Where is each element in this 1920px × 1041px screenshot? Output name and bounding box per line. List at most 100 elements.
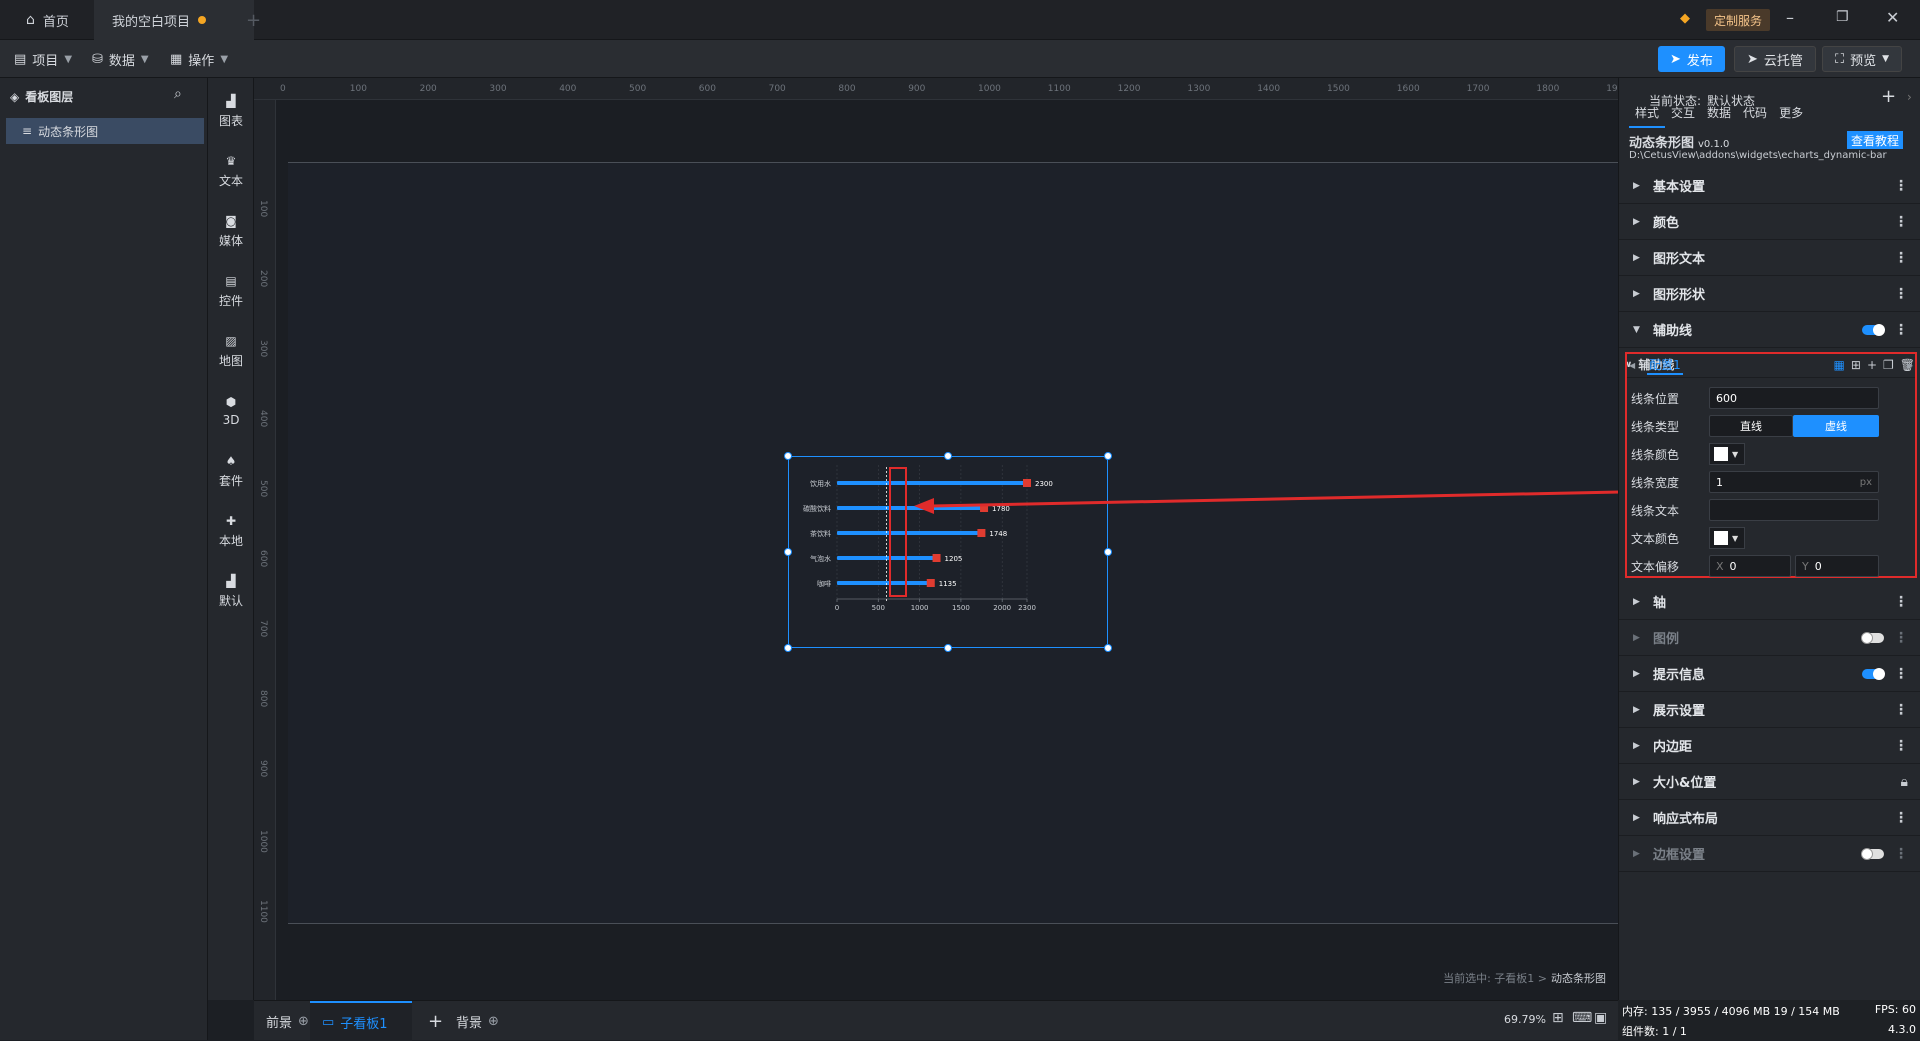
line-type-dashed-button[interactable]: 虚线	[1793, 415, 1879, 437]
caret-right-icon[interactable]: ▶	[1907, 361, 1913, 370]
resize-handle[interactable]	[784, 548, 792, 556]
more-icon[interactable]: ⋮	[1894, 214, 1908, 230]
more-icon[interactable]: ⋮	[1894, 702, 1908, 718]
line-color-picker[interactable]: ▼	[1709, 443, 1745, 465]
config-tab-1[interactable]: 配置1	[1647, 356, 1683, 375]
tab-style[interactable]: 样式	[1629, 104, 1666, 128]
fps-readout: FPS: 60	[1874, 1003, 1916, 1016]
cloud-hosting-button[interactable]: ➤ 云托管	[1734, 46, 1816, 72]
component-default[interactable]: ▟ 默认	[208, 562, 254, 618]
chevron-down-icon: ▼	[64, 53, 73, 65]
auxline-toggle[interactable]	[1862, 323, 1885, 336]
resize-handle[interactable]	[784, 452, 792, 460]
caret-left-icon[interactable]: ◀	[1629, 361, 1635, 370]
line-width-input[interactable]: 1 px	[1709, 471, 1879, 493]
canvas[interactable]: 0 100 200 300 400 500 600 700 800 900 1000 1100 1200…	[254, 78, 1618, 1000]
more-icon[interactable]: ⋮	[1894, 810, 1908, 826]
more-icon[interactable]: ⋮	[1894, 630, 1908, 646]
border-toggle[interactable]	[1861, 847, 1884, 860]
section-basic[interactable]: ▶ 基本设置 ⋮	[1619, 168, 1920, 204]
section-tooltip[interactable]: ▶ 提示信息 ⋮	[1619, 656, 1920, 692]
line-type-solid-button[interactable]: 直线	[1709, 415, 1793, 437]
component-text[interactable]: ♛ 文本	[208, 142, 254, 198]
tab-more[interactable]: 更多	[1773, 104, 1809, 128]
add-circle-icon[interactable]: ⊕	[488, 1014, 499, 1029]
tutorial-button[interactable]: 查看教程	[1847, 131, 1904, 149]
section-label: 基本设置	[1653, 180, 1706, 195]
line-text-input[interactable]	[1709, 499, 1879, 521]
lock-icon[interactable]: 🔒︎	[1901, 774, 1909, 790]
ruler-left[interactable]: 100 200 300 400 500 600 700 800 900 1000 1100	[254, 100, 276, 1000]
custom-service-button[interactable]: 定制服务	[1706, 9, 1771, 31]
add-circle-icon[interactable]: ⊕	[298, 1014, 309, 1029]
chevron-right-icon[interactable]: ›	[1907, 90, 1912, 104]
section-axis[interactable]: ▶ 轴 ⋮	[1619, 584, 1920, 620]
section-responsive[interactable]: ▶ 响应式布局 ⋮	[1619, 800, 1920, 836]
resize-handle[interactable]	[944, 644, 952, 652]
keyboard-icon[interactable]: ⌨	[1572, 1010, 1592, 1026]
terminal-icon[interactable]: ▣	[1594, 1010, 1607, 1026]
resize-handle[interactable]	[1104, 644, 1112, 652]
component-control[interactable]: ▤ 控件	[208, 262, 254, 318]
line-position-input[interactable]: 600	[1709, 387, 1879, 409]
minimize-icon[interactable]: –	[1786, 8, 1794, 27]
publish-button[interactable]: ➤ 发布	[1658, 46, 1725, 72]
subboard-tab[interactable]: ▭ 子看板1	[310, 1001, 412, 1041]
section-graphic-text[interactable]: ▶ 图形文本 ⋮	[1619, 240, 1920, 276]
color-swatch	[1714, 531, 1728, 545]
search-icon[interactable]: ⌕	[174, 86, 182, 102]
new-tab-plus-icon[interactable]: +	[246, 10, 261, 31]
more-icon[interactable]: ⋮	[1894, 738, 1908, 754]
preview-button[interactable]: ⛶ 预览 ▼	[1822, 46, 1903, 72]
component-local[interactable]: ✚ 本地	[208, 502, 254, 558]
more-icon[interactable]: ⋮	[1894, 666, 1908, 682]
data-menu[interactable]: ⛁ 数据 ▼	[82, 40, 159, 78]
fit-screen-icon[interactable]: ⊞	[1552, 1010, 1564, 1026]
resize-handle[interactable]	[1104, 452, 1112, 460]
project-tab[interactable]: 我的空白项目	[94, 0, 254, 40]
restore-icon[interactable]: ❐	[1836, 9, 1849, 25]
component-media[interactable]: ◙ 媒体	[208, 202, 254, 258]
section-auxline[interactable]: ▼ 辅助线 ⋮	[1619, 312, 1920, 348]
more-icon[interactable]: ⋮	[1894, 250, 1908, 266]
add-state-icon[interactable]: +	[1881, 86, 1896, 107]
operate-menu[interactable]: ▦ 操作 ▼	[160, 40, 238, 78]
section-legend[interactable]: ▶ 图例 ⋮	[1619, 620, 1920, 656]
section-border[interactable]: ▶ 边框设置 ⋮	[1619, 836, 1920, 872]
section-color[interactable]: ▶ 颜色 ⋮	[1619, 204, 1920, 240]
more-icon[interactable]: ⋮	[1894, 286, 1908, 302]
component-map[interactable]: ▨ 地图	[208, 322, 254, 378]
more-icon[interactable]: ⋮	[1894, 594, 1908, 610]
offset-y-input[interactable]: Y0	[1795, 555, 1879, 577]
home-tab[interactable]: ⌂ 首页	[8, 0, 87, 40]
more-icon[interactable]: ⋮	[1894, 322, 1908, 338]
layer-item[interactable]: ≡ 动态条形图	[6, 118, 204, 144]
close-icon[interactable]: ✕	[1886, 8, 1899, 27]
offset-x-input[interactable]: X0	[1709, 555, 1791, 577]
dynamic-bar-chart-widget[interactable]: 饮用水 2300 碳酸饮料 1780 茶饮料 1748 气泡水 1205 咖啡 1135 0 500 1…	[784, 452, 1112, 652]
background-tab[interactable]: 背景 ⊕	[444, 1001, 511, 1041]
text-color-picker[interactable]: ▼	[1709, 527, 1745, 549]
legend-toggle[interactable]	[1861, 631, 1884, 644]
ruler-top-label: 700	[768, 84, 786, 94]
resize-handle[interactable]	[784, 644, 792, 652]
component-kit[interactable]: ♠ 套件	[208, 442, 254, 498]
zoom-level[interactable]: 69.79%	[1504, 1013, 1546, 1026]
resize-handle[interactable]	[1104, 548, 1112, 556]
component-3d[interactable]: ⬢ 3D	[208, 382, 254, 438]
tab-interaction[interactable]: 交互	[1665, 104, 1701, 128]
tab-data[interactable]: 数据	[1701, 104, 1737, 128]
more-icon[interactable]: ⋮	[1894, 846, 1908, 862]
component-label: 套件	[218, 473, 243, 488]
section-size-position[interactable]: ▶ 大小&位置 🔒︎	[1619, 764, 1920, 800]
component-chart[interactable]: ▟ 图表	[208, 82, 254, 138]
tooltip-toggle[interactable]	[1862, 667, 1885, 680]
tab-code[interactable]: 代码	[1737, 104, 1773, 128]
section-display[interactable]: ▶ 展示设置 ⋮	[1619, 692, 1920, 728]
section-graphic-shape[interactable]: ▶ 图形形状 ⋮	[1619, 276, 1920, 312]
project-menu[interactable]: ▤ 项目 ▼	[4, 40, 82, 78]
more-icon[interactable]: ⋮	[1894, 178, 1908, 194]
ruler-top[interactable]: 0 100 200 300 400 500 600 700 800 900 1000 1100 1200…	[254, 78, 1618, 100]
section-padding[interactable]: ▶ 内边距 ⋮	[1619, 728, 1920, 764]
resize-handle[interactable]	[944, 452, 952, 460]
